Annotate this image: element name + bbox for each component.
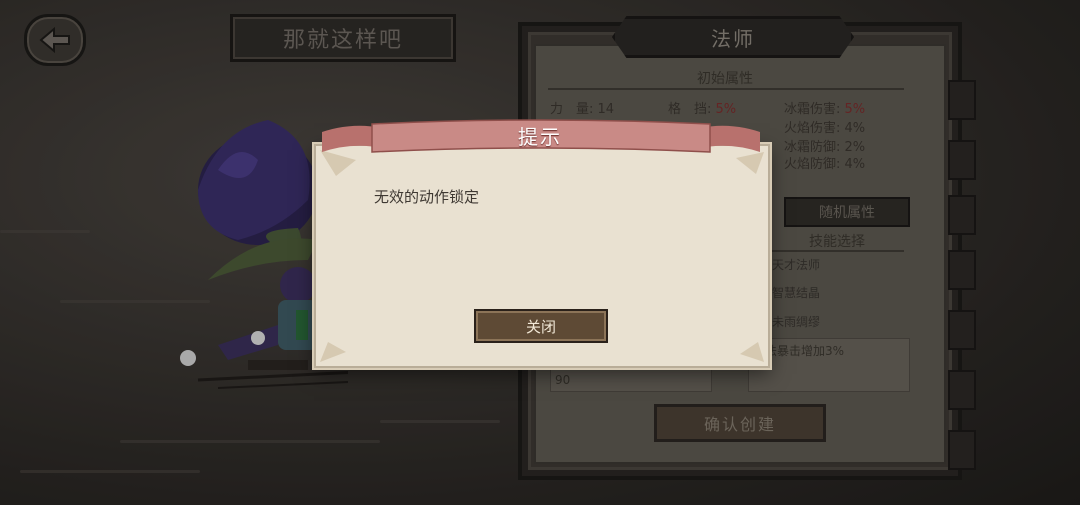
close-button[interactable]: 关闭 (474, 309, 608, 343)
dialog-message: 无效的动作锁定 (374, 188, 480, 206)
dialog-title: 提示 (518, 124, 562, 149)
